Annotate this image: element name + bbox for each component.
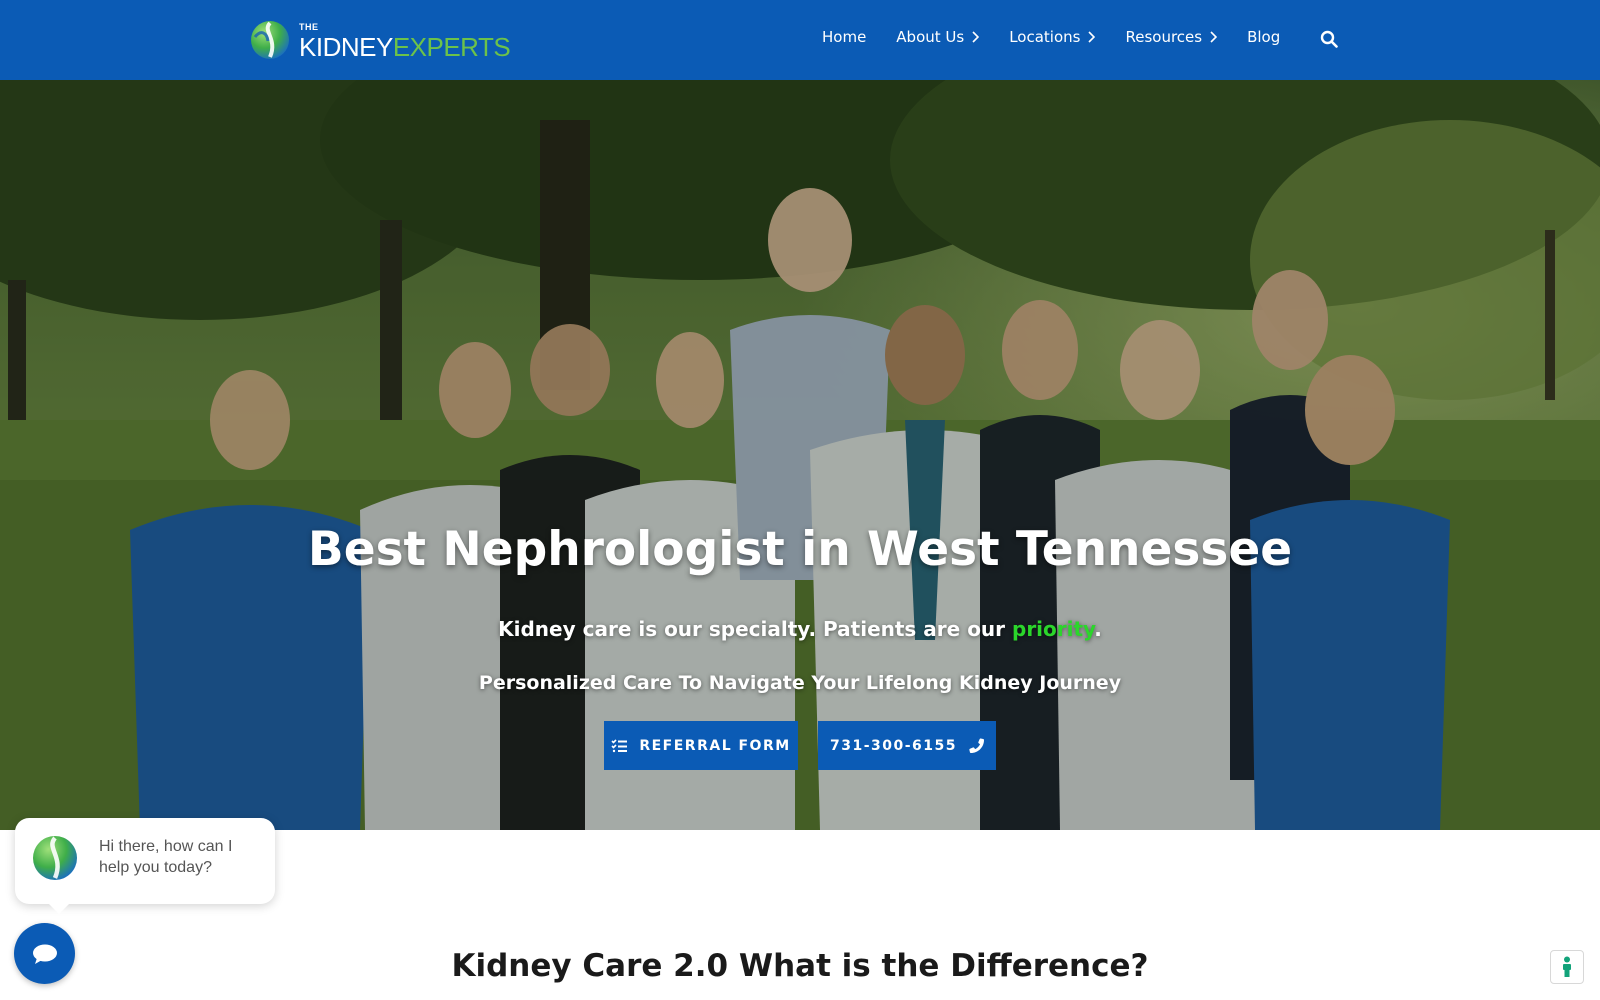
nav-item-locations[interactable]: Locations	[1009, 28, 1096, 46]
phone-number-label: 731-300-6155	[829, 737, 958, 754]
chat-avatar-logo-icon	[33, 836, 77, 880]
nav-item-label: Blog	[1247, 28, 1281, 46]
nav-item-about-us[interactable]: About Us	[896, 28, 980, 46]
nav-item-blog[interactable]: Blog	[1247, 28, 1280, 46]
chevron-right-icon	[1088, 31, 1096, 43]
chat-greeting-bubble[interactable]: Hi there, how can I help you today?	[15, 818, 275, 914]
phone-icon	[969, 738, 985, 753]
hero-subtitle: Kidney care is our specialty. Patients a…	[0, 617, 1600, 641]
hero-subtitle-text: Kidney care is our specialty. Patients a…	[498, 617, 1012, 641]
logo-the-text: THE	[299, 22, 319, 32]
site-logo[interactable]: THE KIDNEYEXPERTS	[249, 18, 511, 62]
logo-kidney-text: KIDNEY	[299, 32, 393, 62]
chevron-right-icon	[1210, 31, 1218, 43]
nav-item-label: Home	[822, 28, 867, 46]
nav-item-label: About Us	[896, 28, 965, 46]
hero-subtitle-highlight: priority	[1012, 617, 1095, 641]
section-title: Kidney Care 2.0 What is the Difference?	[451, 948, 1149, 984]
logo-experts-text: EXPERTS	[392, 32, 511, 62]
accessibility-icon	[1563, 956, 1571, 977]
logo-wordmark: KIDNEYEXPERTS	[299, 32, 511, 63]
nav-item-label: Resources	[1125, 28, 1203, 46]
chat-icon	[32, 944, 57, 964]
hero-subtitle-end: .	[1094, 617, 1102, 641]
list-check-icon	[611, 738, 628, 752]
nav-item-home[interactable]: Home	[822, 28, 866, 46]
logo-globe-icon	[251, 21, 289, 59]
accessibility-button[interactable]	[1550, 950, 1584, 984]
referral-form-button[interactable]: REFERRAL FORM	[604, 721, 798, 770]
main-nav: Home About Us Locations Resources Blog	[822, 28, 1280, 46]
chevron-right-icon	[972, 31, 980, 43]
chat-launcher-button[interactable]	[14, 923, 75, 984]
hero-section: Best Nephrologist in West Tennessee Kidn…	[0, 80, 1600, 830]
hero-tagline: Personalized Care To Navigate Your Lifel…	[478, 672, 1122, 694]
hero-title: Best Nephrologist in West Tennessee	[307, 522, 1293, 577]
phone-button[interactable]: 731-300-6155	[818, 721, 996, 770]
nav-item-label: Locations	[1009, 28, 1081, 46]
nav-item-resources[interactable]: Resources	[1125, 28, 1218, 46]
hero-overlay	[0, 80, 1600, 830]
site-header: THE KIDNEYEXPERTS Home About Us Location…	[0, 0, 1600, 80]
chat-greeting-text: Hi there, how can I help you today?	[99, 838, 233, 876]
search-icon[interactable]	[1320, 30, 1338, 48]
referral-form-label: REFERRAL FORM	[639, 737, 791, 754]
